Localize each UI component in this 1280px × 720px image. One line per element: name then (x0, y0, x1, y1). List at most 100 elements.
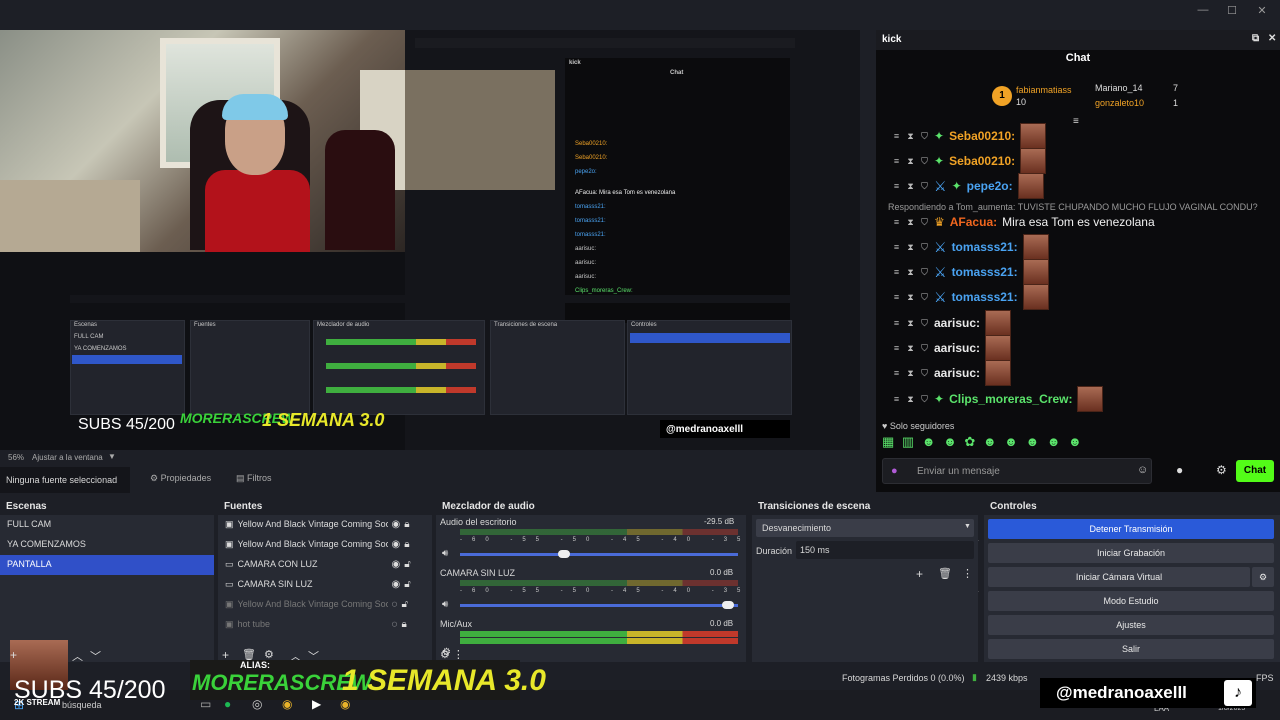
scene-item-pantalla[interactable]: PANTALLA (0, 555, 214, 575)
eye-icon[interactable]: ◉ (392, 579, 401, 591)
trash-icon[interactable]: 🗑︎ (938, 567, 952, 580)
eye-icon[interactable]: ◉ (392, 519, 401, 531)
nested-sources: Fuentes (190, 320, 310, 415)
eye-hidden-icon[interactable]: ◌ (392, 619, 398, 631)
nested-screen-capture: kick Chat Seba00210: Seba00210: pepe2o: … (70, 30, 860, 450)
close-icon[interactable]: ✕ (1252, 4, 1272, 20)
chat-username[interactable]: Seba00210: (949, 154, 1015, 168)
mixer-channel-db: 0.0 dB (710, 619, 734, 628)
filters-button[interactable]: ▤ Filtros (236, 473, 272, 484)
emoji-icon[interactable]: ☺ (1137, 464, 1148, 476)
lock-icon[interactable]: 🔒︎ (404, 539, 409, 551)
source-label: Yellow And Black Vintage Coming Soo (237, 519, 388, 529)
person-shirt (205, 170, 310, 252)
lock-icon[interactable]: 🔒︎ (404, 519, 409, 531)
chat-message: ≡ ⧗ ⛉ aarisuc: (892, 335, 1012, 361)
maximize-icon[interactable]: ☐ (1222, 4, 1242, 20)
chat-username[interactable]: Clips_moreras_Crew: (949, 392, 1072, 406)
source-item[interactable]: ▣ Yellow And Black Vintage Coming Soo ◌ 🔓︎ (218, 595, 432, 615)
chat-titlebar: kick ⧉ ✕ (876, 30, 1280, 50)
send-chat-button[interactable]: Chat (1236, 460, 1274, 482)
person-hair (222, 94, 288, 120)
eye-hidden-icon[interactable]: ◌ (392, 599, 398, 611)
chat-username[interactable]: pepe2o: (967, 179, 1013, 193)
tiktok-icon: ♪ (1224, 680, 1252, 706)
sword-icon: ⚔ (934, 288, 947, 305)
sources-dock: Fuentes ▣ Yellow And Black Vintage Coming… (218, 497, 432, 662)
followers-only-indicator: ♥ Solo seguidores (882, 421, 954, 431)
speaker-icon[interactable]: 🔊︎ (442, 548, 448, 559)
settings-button[interactable]: Ajustes (988, 615, 1274, 635)
lock-icon[interactable]: 🔓︎ (404, 559, 410, 571)
volume-slider-knob[interactable] (722, 601, 734, 609)
emote-image (985, 310, 1012, 336)
minimize-icon[interactable]: — (1193, 4, 1213, 20)
zoom-fit-select[interactable]: Ajustar a la ventana (32, 453, 103, 462)
source-label: CAMARA SIN LUZ (237, 579, 313, 589)
speaker-icon[interactable]: 🔊︎ (442, 599, 448, 610)
nested-scenes: Escenas FULL CAM YA COMENZAMOS (70, 320, 185, 415)
close-chat-icon[interactable]: ✕ (1268, 33, 1276, 44)
volume-slider-knob[interactable] (558, 550, 570, 558)
settings-gear-icon[interactable]: ⚙ (1216, 463, 1227, 477)
sparkle-icon: ✦ (934, 129, 945, 143)
leader-1-name[interactable]: fabianmatiass (1016, 85, 1072, 95)
source-item[interactable]: ▭ CAMARA CON LUZ ◉ 🔓︎ (218, 555, 432, 575)
studio-mode-button[interactable]: Modo Estudio (988, 591, 1274, 611)
chat-input[interactable]: ● Enviar un mensaje ☺ (882, 458, 1152, 484)
lock-icon[interactable]: 🔓︎ (401, 599, 407, 611)
chat-username[interactable]: aarisuc: (934, 316, 980, 330)
mod-badge-icon: ≡ (893, 291, 900, 302)
source-item[interactable]: ▣ hot tube ◌ 🔒︎ (218, 615, 432, 635)
emote-image (985, 335, 1012, 361)
transition-select[interactable]: Desvanecimiento ▼ (756, 519, 974, 537)
leader-1-count: 10 (1016, 97, 1027, 107)
transitions-dock: Transiciones de escena Desvanecimiento ▼… (752, 497, 978, 662)
source-item[interactable]: ▣ Yellow And Black Vintage Coming Soo ◉ 🔒︎ (218, 515, 432, 535)
lock-icon[interactable]: 🔓︎ (404, 579, 410, 591)
zoom-level: 56% (8, 453, 25, 462)
chat-message: ≡ ⧗ ⛉ ✦ Clips_moreras_Crew: (892, 386, 1104, 412)
scene-item-ya-comenzamos[interactable]: YA COMENZAMOS (0, 535, 214, 555)
chevron-down-icon[interactable]: ﹀ (90, 648, 101, 664)
source-label: CAMARA CON LUZ (237, 559, 318, 569)
leader-3-count: 1 (1173, 98, 1179, 108)
leader-2-name[interactable]: Mariano_14 (1095, 83, 1143, 93)
duration-field[interactable]: 150 ms (796, 541, 974, 559)
source-item[interactable]: ▣ Yellow And Black Vintage Coming Soo ◉ 🔒︎ (218, 535, 432, 555)
emote-bar[interactable]: ▦ ▥ ☻ ☻ ✿ ☻ ☻ ☻ ☻ ☻ (882, 434, 1084, 450)
scene-item-full-cam[interactable]: FULL CAM (0, 515, 214, 535)
preview-canvas[interactable]: kick Chat Seba00210: Seba00210: pepe2o: … (0, 30, 860, 450)
hourglass-icon: ⧗ (907, 130, 914, 141)
chat-username[interactable]: tomasss21: (952, 240, 1018, 254)
volume-slider[interactable] (460, 604, 738, 607)
chevron-up-icon[interactable]: ︿ (72, 648, 83, 664)
exit-button[interactable]: Salir (988, 639, 1274, 659)
chat-username[interactable]: aarisuc: (934, 341, 980, 355)
pinned-icon[interactable]: ≡ (1073, 116, 1079, 127)
points-icon[interactable]: ● (1176, 463, 1183, 477)
volume-slider[interactable] (460, 553, 738, 556)
source-item[interactable]: ▭ CAMARA SIN LUZ ◉ 🔓︎ (218, 575, 432, 595)
chat-username[interactable]: tomasss21: (952, 265, 1018, 279)
properties-button[interactable]: ⚙ Propiedades (150, 473, 211, 484)
virtual-camera-settings-icon[interactable]: ⚙ (1252, 567, 1274, 587)
popout-icon[interactable]: ⧉ (1252, 33, 1259, 44)
lock-icon[interactable]: 🔒︎ (401, 619, 406, 631)
alias-label: ALIAS: (240, 660, 270, 670)
chat-username[interactable]: aarisuc: (934, 366, 980, 380)
chat-username[interactable]: AFacua: (950, 215, 997, 229)
add-scene-icon[interactable]: + (10, 648, 17, 662)
start-recording-button[interactable]: Iniciar Grabación (988, 543, 1274, 563)
stop-streaming-button[interactable]: Detener Transmisión (988, 519, 1274, 539)
more-icon[interactable]: ⋮ (962, 567, 973, 580)
add-icon[interactable]: + (916, 567, 923, 581)
chat-username[interactable]: tomasss21: (952, 290, 1018, 304)
chat-username[interactable]: Seba00210: (949, 129, 1015, 143)
eye-icon[interactable]: ◉ (392, 559, 401, 571)
start-virtual-camera-button[interactable]: Iniciar Cámara Virtual (988, 567, 1250, 587)
eye-icon[interactable]: ◉ (392, 539, 401, 551)
chevron-down-icon[interactable]: ▼ (108, 452, 116, 461)
leader-3-name[interactable]: gonzaleto10 (1095, 98, 1144, 108)
properties-label: Propiedades (160, 473, 212, 483)
